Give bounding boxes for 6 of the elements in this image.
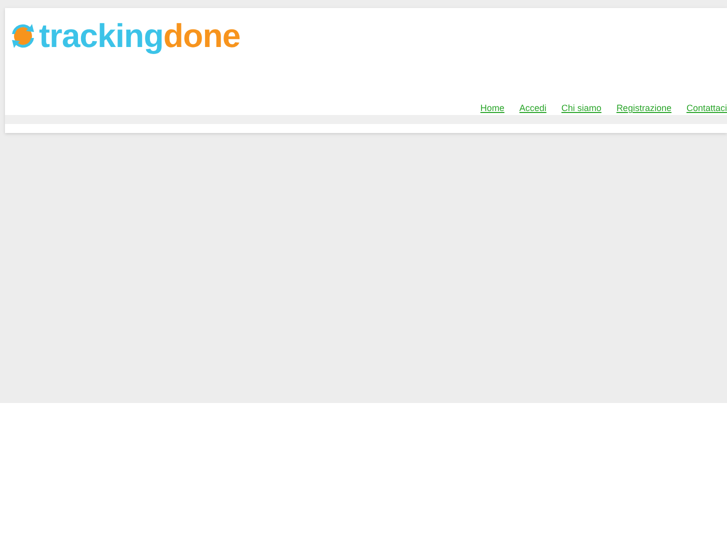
nav-link[interactable]: Registrazione — [616, 103, 672, 113]
nav-link[interactable]: Home — [480, 103, 504, 113]
nav-link[interactable]: Chi siamo — [561, 103, 602, 113]
nav-link[interactable]: Accedi — [519, 103, 546, 113]
nav-link[interactable]: Contattaci — [686, 103, 727, 113]
site-logo[interactable]: trackingdone — [39, 18, 240, 54]
